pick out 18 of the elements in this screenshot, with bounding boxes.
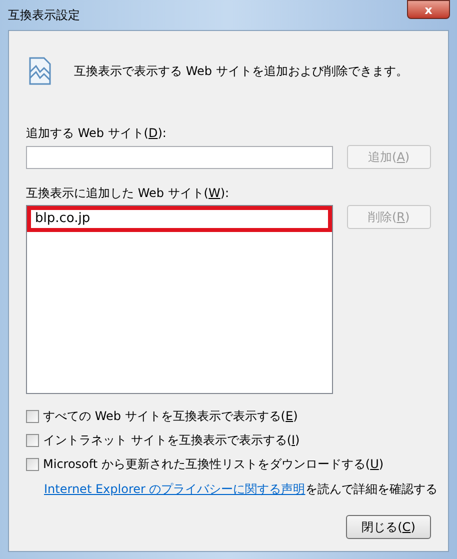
list-item[interactable]: blp.co.jp — [27, 206, 332, 232]
window-title: 互換表示設定 — [8, 7, 80, 24]
website-input-field[interactable] — [26, 146, 333, 168]
privacy-link[interactable]: Internet Explorer のプライバシーに関する声明 — [44, 482, 306, 496]
checkbox[interactable] — [26, 458, 39, 470]
image-icon — [28, 56, 52, 86]
checkbox-label: すべての Web サイトを互換表示で表示する(E) — [43, 408, 298, 425]
close-dialog-button[interactable]: 閉じる(C) — [346, 515, 431, 539]
checkbox-label: Microsoft から更新された互換性リストをダウンロードする(U) — [43, 456, 384, 473]
list-label: 互換表示に追加した Web サイト(W): — [26, 186, 230, 200]
checkbox[interactable] — [26, 410, 39, 422]
checkbox[interactable] — [26, 434, 39, 446]
privacy-text: Internet Explorer のプライバシーに関する声明 を読んで詳細を確認する — [44, 482, 438, 496]
website-list[interactable]: blp.co.jp — [26, 205, 333, 394]
intro-text: 互換表示で表示する Web サイトを追加および削除できます。 — [74, 63, 408, 80]
close-button[interactable]: x — [407, 0, 450, 19]
field-label: 追加する Web サイト(D): — [26, 126, 166, 140]
checkbox-label: イントラネット サイトを互換表示で表示する(I) — [43, 432, 300, 449]
